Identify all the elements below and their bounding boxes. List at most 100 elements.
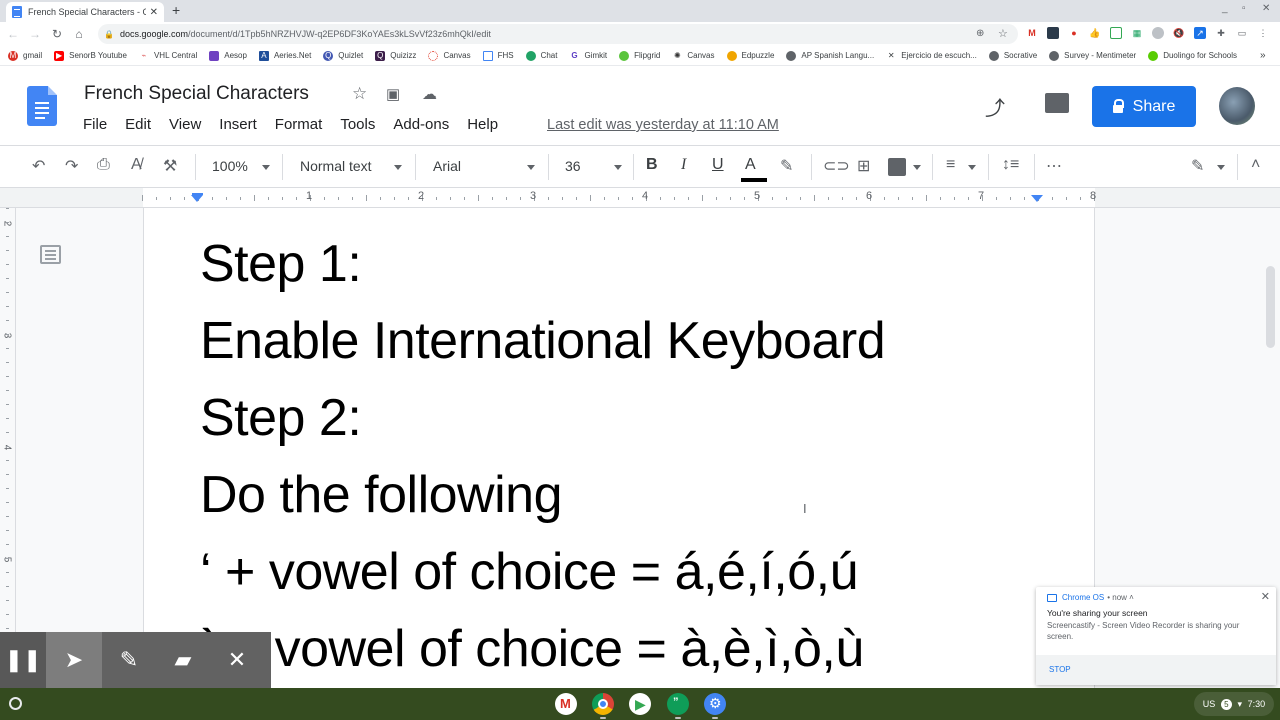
- menu-edit[interactable]: Edit: [125, 116, 151, 133]
- bookmark-item[interactable]: Chat: [525, 50, 557, 61]
- last-edit-link[interactable]: Last edit was yesterday at 11:10 AM: [547, 117, 779, 133]
- chevron-down-icon[interactable]: [1217, 165, 1225, 170]
- reload-icon[interactable]: ↻: [48, 27, 66, 41]
- document-page[interactable]: Step 1: Enable International Keyboard St…: [143, 208, 1095, 688]
- bookmark-item[interactable]: A Aeries.Net: [258, 50, 311, 61]
- chevron-down-icon[interactable]: [262, 165, 270, 170]
- menu-view[interactable]: View: [169, 116, 201, 133]
- align-left-icon[interactable]: ≡: [946, 156, 955, 174]
- bookmark-item[interactable]: Socrative: [988, 50, 1037, 61]
- home-icon[interactable]: ⌂: [70, 27, 88, 41]
- close-notification-icon[interactable]: ✕: [1261, 590, 1270, 603]
- new-tab-button[interactable]: +: [172, 2, 180, 18]
- close-tab-icon[interactable]: ✕: [150, 7, 158, 18]
- activity-dashboard-icon[interactable]: ⤴: [985, 92, 1005, 121]
- vertical-scrollbar[interactable]: [1266, 266, 1275, 348]
- spellcheck-icon[interactable]: A̸: [131, 156, 142, 174]
- bookmarks-overflow-button[interactable]: »: [1260, 50, 1266, 61]
- settings-app-icon[interactable]: ⚙: [704, 693, 726, 715]
- extension-icon[interactable]: [1047, 27, 1059, 39]
- system-tray[interactable]: US 5 ▾ 7:30: [1194, 692, 1274, 716]
- print-icon[interactable]: ⎙: [97, 156, 110, 174]
- browser-tab-active[interactable]: French Special Characters - Goo ✕: [6, 2, 164, 22]
- mute-icon[interactable]: 🔇: [1173, 27, 1185, 39]
- maximize-button[interactable]: ▫: [1242, 3, 1246, 14]
- italic-button[interactable]: I: [681, 156, 686, 174]
- bookmark-item[interactable]: Duolingo for Schools: [1148, 50, 1237, 61]
- play-store-app-icon[interactable]: ▶: [629, 693, 651, 715]
- puzzle-extensions-icon[interactable]: ✚: [1215, 27, 1227, 39]
- hangouts-app-icon[interactable]: ”: [667, 693, 689, 715]
- underline-button[interactable]: U: [712, 156, 724, 174]
- paragraph-style-select[interactable]: Normal text: [300, 158, 372, 174]
- stop-sharing-button[interactable]: STOP: [1049, 665, 1071, 674]
- close-toolbar-button[interactable]: ✕: [210, 632, 264, 688]
- gmail-app-icon[interactable]: M: [555, 693, 577, 715]
- document-outline-icon[interactable]: [40, 245, 61, 264]
- address-bar[interactable]: 🔒 docs.google.com/document/d/1Tpb5hNRZHV…: [98, 24, 1018, 44]
- left-indent-handle[interactable]: [191, 195, 203, 202]
- chevron-down-icon[interactable]: [614, 165, 622, 170]
- chrome-app-icon[interactable]: [592, 693, 614, 715]
- gmail-extension-icon[interactable]: M: [1026, 27, 1038, 39]
- pen-tool-button[interactable]: ✎: [102, 632, 156, 688]
- line-spacing-icon[interactable]: ↕≡: [1002, 156, 1019, 174]
- extension-icon[interactable]: ↗: [1194, 27, 1206, 39]
- bookmark-item[interactable]: ✕ Ejercicio de escuch...: [886, 51, 977, 61]
- bookmark-item[interactable]: Q Quizizz: [375, 50, 416, 61]
- extension-icon[interactable]: [1152, 27, 1164, 39]
- redo-icon[interactable]: ↷: [65, 156, 78, 176]
- cast-icon[interactable]: ▭: [1236, 27, 1248, 39]
- bookmark-item[interactable]: Edpuzzle: [726, 50, 774, 61]
- cloud-saved-icon[interactable]: ☁: [422, 85, 437, 103]
- menu-addons[interactable]: Add-ons: [393, 116, 449, 133]
- first-line-indent-handle[interactable]: [192, 193, 203, 195]
- font-select[interactable]: Arial: [433, 158, 461, 174]
- menu-file[interactable]: File: [83, 116, 107, 133]
- hide-menus-icon[interactable]: ˄: [1251, 156, 1260, 174]
- extension-icon[interactable]: [1110, 27, 1122, 39]
- comment-history-icon[interactable]: [1045, 93, 1069, 113]
- bookmark-item[interactable]: Aesop: [209, 50, 247, 61]
- text-color-button[interactable]: A: [745, 156, 756, 174]
- chevron-down-icon[interactable]: [527, 165, 535, 170]
- highlight-color-icon[interactable]: ✎: [780, 156, 793, 176]
- bookmark-star-icon[interactable]: ☆: [998, 27, 1008, 40]
- google-docs-logo-icon[interactable]: [27, 86, 57, 126]
- forward-icon[interactable]: →: [26, 27, 44, 41]
- chrome-menu-icon[interactable]: ⋮: [1257, 27, 1269, 39]
- back-icon[interactable]: ←: [4, 27, 22, 41]
- zoom-select[interactable]: 100%: [212, 158, 248, 174]
- bookmark-item[interactable]: ✺ Canvas: [672, 51, 714, 61]
- bookmark-item[interactable]: ▶ SenorB Youtube: [54, 50, 127, 61]
- bookmark-item[interactable]: Survey - Mentimeter: [1049, 50, 1136, 61]
- close-window-button[interactable]: ✕: [1262, 3, 1270, 14]
- menu-help[interactable]: Help: [467, 116, 498, 133]
- cursor-tool-button[interactable]: ➤: [46, 632, 102, 688]
- menu-format[interactable]: Format: [275, 116, 323, 133]
- bookmark-item[interactable]: FHS: [482, 50, 514, 61]
- menu-insert[interactable]: Insert: [219, 116, 257, 133]
- eraser-tool-button[interactable]: ▰: [156, 632, 210, 688]
- more-options-button[interactable]: ⋯: [1046, 156, 1062, 176]
- right-indent-handle[interactable]: [1031, 195, 1043, 202]
- editing-mode-icon[interactable]: ✎: [1191, 156, 1204, 176]
- bookmark-item[interactable]: Canvas: [428, 50, 471, 61]
- share-button[interactable]: Share: [1092, 86, 1196, 127]
- bookmark-item[interactable]: G Gimkit: [569, 51, 607, 61]
- menu-tools[interactable]: Tools: [340, 116, 375, 133]
- insert-link-icon[interactable]: ⊂⊃: [823, 156, 850, 176]
- document-title[interactable]: French Special Characters: [84, 83, 309, 105]
- launcher-icon[interactable]: [9, 697, 22, 710]
- bookmark-item[interactable]: Mgmail: [8, 50, 42, 61]
- move-to-folder-icon[interactable]: ▣: [386, 85, 400, 103]
- notification-time[interactable]: • now ˄: [1107, 593, 1134, 602]
- bookmark-item[interactable]: Q Quizlet: [323, 50, 363, 61]
- paint-format-icon[interactable]: ⚒: [163, 156, 177, 176]
- extension-icon[interactable]: ●: [1068, 27, 1080, 39]
- undo-icon[interactable]: ↶: [32, 156, 45, 176]
- chevron-down-icon[interactable]: [968, 165, 976, 170]
- bookmark-item[interactable]: AP Spanish Langu...: [786, 50, 874, 61]
- bookmark-item[interactable]: ⌁ VHL Central: [139, 51, 198, 61]
- insert-comment-icon[interactable]: ⊞: [857, 156, 870, 176]
